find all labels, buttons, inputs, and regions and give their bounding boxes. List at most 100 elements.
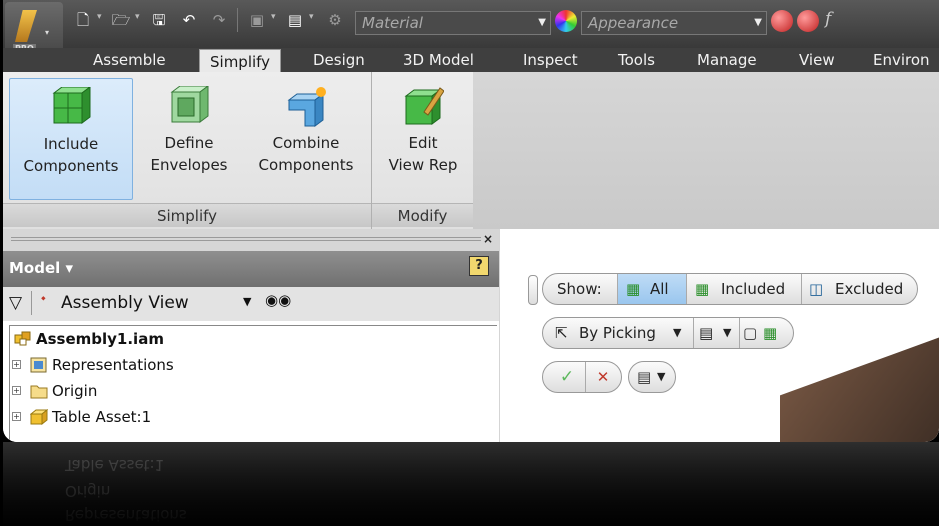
color-wheel-icon[interactable] [555, 10, 577, 32]
quick-access-toolbar: ▾ PRO 🗋 ▾ 🗁 ▾ 🖫 ↶ ↷ ▣ ▾ ▤ ▾ ⚙ Material ▼… [3, 0, 939, 64]
expand-icon[interactable]: + [12, 386, 21, 395]
material-combo-value: Material [362, 14, 423, 32]
assembly-view-dropdown[interactable]: Assembly View [61, 293, 189, 313]
expand-icon[interactable]: + [12, 412, 21, 421]
inventor-logo-icon [15, 10, 37, 42]
binoculars-find-icon[interactable]: ◉◉ [265, 291, 291, 309]
browser-tree: Assembly1.iam + Representations + Origin… [9, 325, 497, 442]
settings-gear-icon[interactable]: ⚙ [325, 10, 345, 30]
define-envelopes-label-1: Define [164, 134, 214, 152]
tab-inspect[interactable]: Inspect [523, 48, 578, 72]
include-components-button[interactable]: Include Components [9, 78, 133, 200]
define-envelopes-button[interactable]: Define Envelopes [141, 78, 237, 200]
segment-separator [739, 318, 740, 348]
part-icon [30, 409, 48, 425]
browser-toolbar: ▽ ⬩ Assembly View ▼ ◉◉ [3, 287, 499, 321]
toolbar-separator [31, 291, 32, 315]
by-picking-label: By Picking [579, 324, 656, 342]
edit-view-rep-icon [404, 87, 444, 125]
reflection-fade [3, 442, 939, 526]
tab-view[interactable]: View [799, 48, 835, 72]
help-icon[interactable]: ? [469, 256, 489, 276]
combine-components-label-2: Components [258, 156, 354, 174]
options-minitoolbar: ▤ ▼ [628, 361, 676, 393]
update-dropdown-icon[interactable]: ▾ [271, 12, 276, 22]
adjust-appearance-icon[interactable] [771, 10, 793, 32]
inventor-window: ▾ PRO 🗋 ▾ 🗁 ▾ 🖫 ↶ ↷ ▣ ▾ ▤ ▾ ⚙ Material ▼… [3, 0, 939, 442]
combine-components-label-1: Combine [272, 134, 340, 152]
by-picking-dropdown[interactable]: ⇱ By Picking ▼ [553, 318, 689, 348]
select-dropdown-icon[interactable]: ▾ [309, 12, 314, 22]
selection-minitoolbar: ⇱ By Picking ▼ ▤ ▼ ▢ ▦ [542, 317, 794, 349]
edit-view-rep-label-1: Edit [408, 134, 438, 152]
new-dropdown-icon[interactable]: ▾ [97, 12, 102, 22]
edit-view-rep-button[interactable]: Edit View Rep [380, 78, 466, 200]
cursor-arrow-icon: ⇱ [555, 324, 568, 342]
open-folder-icon[interactable]: 🗁 [111, 10, 131, 30]
show-all-button[interactable]: ▦ All [618, 274, 686, 304]
cancel-x-icon[interactable]: ✕ [591, 362, 615, 392]
redo-icon[interactable]: ↷ [209, 10, 229, 30]
appearance-combo[interactable]: Appearance ▼ [581, 11, 767, 35]
apply-check-icon[interactable]: ✓ [555, 362, 579, 392]
options-list-icon[interactable]: ▤ [637, 362, 651, 392]
table-floor-render [780, 322, 939, 442]
clear-appearance-icon[interactable] [797, 10, 819, 32]
select-all-icon[interactable]: ▦ [763, 318, 777, 348]
show-included-label: Included [721, 280, 786, 298]
segment-separator [801, 274, 802, 304]
open-dropdown-icon[interactable]: ▾ [135, 12, 140, 22]
ribbon-tab-bar: Assemble Simplify Design 3D Model Inspec… [3, 48, 939, 73]
chevron-down-icon: ▼ [673, 326, 682, 339]
chevron-down-icon: ▼ [538, 17, 546, 28]
simplify-panel-title[interactable]: Simplify [3, 203, 371, 227]
select-box-icon[interactable]: ▢ [743, 318, 757, 348]
browser-title-dropdown[interactable]: Model ▾ [9, 259, 73, 277]
tab-assemble[interactable]: Assemble [93, 48, 166, 72]
tab-design[interactable]: Design [313, 48, 365, 72]
show-excluded-button[interactable]: ◫ Excluded [807, 274, 915, 304]
tab-3d-model[interactable]: 3D Model [403, 48, 474, 72]
simplify-panel: Include Components Define Envelopes Comb… [3, 72, 371, 229]
show-included-button[interactable]: ▦ Included [693, 274, 801, 304]
define-envelopes-icon [170, 86, 209, 123]
segment-separator [693, 318, 694, 348]
close-icon[interactable]: × [483, 232, 493, 246]
modify-panel: Edit View Rep Modify [372, 72, 473, 229]
include-components-icon [52, 87, 91, 124]
combine-components-button[interactable]: Combine Components [245, 78, 367, 200]
excluded-components-icon: ◫ [809, 280, 824, 298]
browser-grip-bar[interactable]: × [3, 229, 499, 251]
screenshot: ▾ PRO 🗋 ▾ 🗁 ▾ 🖫 ↶ ↷ ▣ ▾ ▤ ▾ ⚙ Material ▼… [0, 0, 939, 526]
parameters-fx-icon[interactable]: f [825, 9, 831, 29]
chevron-down-icon: ▼ [754, 17, 762, 28]
define-envelopes-label-2: Envelopes [150, 156, 228, 174]
expand-icon[interactable]: + [12, 360, 21, 369]
appearance-combo-value: Appearance [588, 14, 679, 32]
tab-environments[interactable]: Environ [873, 48, 930, 72]
model-browser: × Model ▾ ? ▽ ⬩ Assembly View ▼ ◉◉ Assem… [3, 229, 499, 442]
tree-item-label: Representations [52, 356, 174, 374]
select-icon[interactable]: ▤ [285, 10, 305, 30]
save-icon[interactable]: 🖫 [149, 10, 169, 30]
edit-view-rep-label-2: View Rep [388, 156, 458, 174]
combine-components-icon [287, 87, 326, 127]
modify-panel-title[interactable]: Modify [372, 203, 473, 227]
chevron-down-icon[interactable]: ▼ [657, 362, 665, 392]
chevron-down-icon: ▾ [45, 28, 50, 37]
tab-simplify[interactable]: Simplify [199, 49, 282, 73]
tab-manage[interactable]: Manage [697, 48, 757, 72]
chevron-down-icon[interactable]: ▼ [243, 295, 251, 308]
included-components-icon: ▦ [695, 280, 710, 298]
new-file-icon[interactable]: 🗋 [73, 10, 93, 30]
undo-icon[interactable]: ↶ [179, 10, 199, 30]
grip-line [11, 240, 481, 241]
minitoolbar-grip[interactable] [528, 275, 538, 305]
tab-tools[interactable]: Tools [618, 48, 655, 72]
selection-filter-dropdown[interactable]: ▤ ▼ [699, 318, 739, 348]
update-icon[interactable]: ▣ [247, 10, 267, 30]
filter-funnel-icon[interactable]: ▽ [9, 293, 22, 313]
chevron-down-icon: ▼ [723, 326, 732, 339]
graphics-viewport[interactable]: Show: ▦ All ▦ Included ◫ Excluded ⇱ By P… [500, 229, 939, 442]
material-combo[interactable]: Material ▼ [355, 11, 551, 35]
